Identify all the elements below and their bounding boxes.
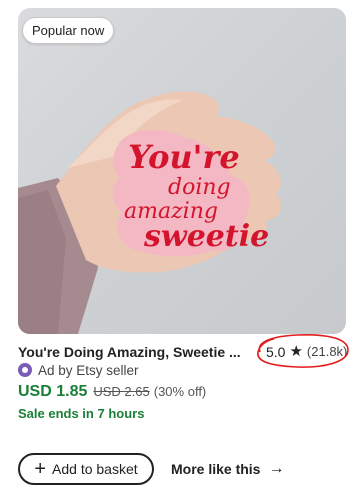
sticker-lettering-4: sweetie (143, 219, 269, 254)
listing-title[interactable]: You're Doing Amazing, Sweetie ... (18, 343, 246, 361)
sticker-lettering-1: You're (128, 138, 240, 176)
listing-card[interactable]: You're doing amazing sweetie Popular now… (0, 0, 360, 499)
annotation-circle (257, 334, 349, 368)
sale-ends-note: Sale ends in 7 hours (18, 406, 145, 421)
product-photo: You're doing amazing sweetie (18, 91, 281, 334)
product-image[interactable]: You're doing amazing sweetie Popular now (18, 8, 346, 334)
price-row: USD 1.85 USD 2.65 (30% off) (18, 383, 206, 405)
popular-badge: Popular now (22, 17, 115, 44)
ad-label: Ad by Etsy seller (38, 362, 139, 378)
original-price: USD 2.65 (93, 384, 150, 399)
add-to-basket-label: Add to basket (52, 461, 138, 477)
add-to-basket-button[interactable]: + Add to basket (18, 453, 154, 485)
etsy-ad-badge-icon (18, 363, 32, 377)
discount-percent: (30% off) (153, 384, 207, 399)
arrow-right-icon: → (268, 460, 285, 477)
ad-row: Ad by Etsy seller (18, 361, 139, 379)
sale-price: USD 1.85 (18, 383, 88, 400)
plus-icon: + (34, 458, 47, 480)
sticker-lettering-2: doing (168, 175, 231, 200)
more-like-this-label: More like this (171, 461, 261, 477)
more-like-this-link[interactable]: More like this → (171, 459, 284, 479)
